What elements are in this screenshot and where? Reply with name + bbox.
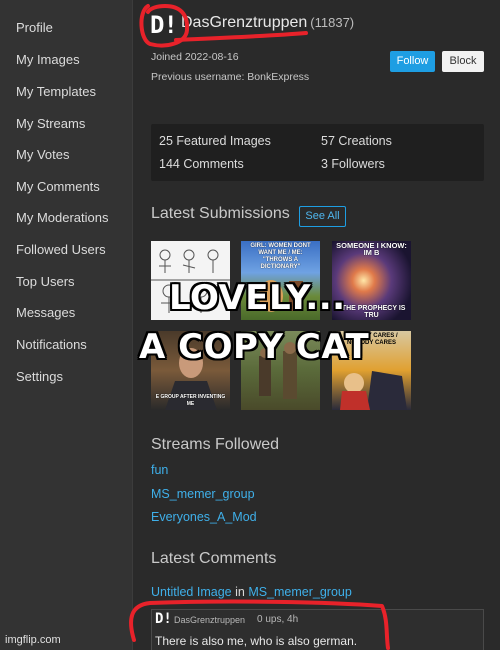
follow-button[interactable]: Follow — [390, 51, 435, 72]
block-button[interactable]: Block — [442, 51, 484, 72]
stream-link-ms-memer-group[interactable]: MS_memer_group — [151, 487, 255, 501]
latest-comments-title: Latest Comments — [151, 550, 277, 567]
see-all-button[interactable]: See All — [299, 206, 346, 227]
imgflip-watermark: imgflip.com — [5, 634, 61, 646]
sidebar-item-my-images[interactable]: My Images — [16, 52, 80, 67]
comment-image-link[interactable]: Untitled Image — [151, 585, 232, 599]
sidebar-item-settings[interactable]: Settings — [16, 369, 63, 384]
thumbnail-caption: E GROUP AFTER INVENTING ME — [155, 394, 226, 407]
user-score: (11837) — [310, 15, 355, 30]
profile-username: DasGrenztruppen (11837) — [181, 14, 354, 32]
stat-comments: 144 Comments — [159, 157, 244, 171]
comment-stream-link[interactable]: MS_memer_group — [248, 585, 352, 599]
sidebar-item-notifications[interactable]: Notifications — [16, 337, 87, 352]
comment-context: Untitled Image in MS_memer_group — [151, 585, 352, 599]
previous-username: Previous username: BonkExpress — [151, 71, 310, 83]
comment-meta: 0 ups, 4h — [257, 614, 299, 625]
user-avatar-logo[interactable]: D! — [150, 10, 178, 40]
sidebar-item-my-comments[interactable]: My Comments — [16, 179, 100, 194]
sidebar-item-my-templates[interactable]: My Templates — [16, 84, 96, 99]
sidebar-item-my-votes[interactable]: My Votes — [16, 147, 69, 162]
sidebar-item-profile[interactable]: Profile — [16, 20, 53, 35]
username-text: DasGrenztruppen — [181, 14, 308, 31]
stream-link-everyones-a-mod[interactable]: Everyones_A_Mod — [151, 510, 257, 524]
sidebar-item-top-users[interactable]: Top Users — [16, 274, 75, 289]
sidebar-item-my-moderations[interactable]: My Moderations — [16, 210, 108, 225]
comment-author-logo[interactable]: D! — [155, 611, 172, 627]
profile-stats — [151, 124, 484, 181]
stat-featured-images: 25 Featured Images — [159, 134, 271, 148]
comment-text: There is also me, who is also german. — [155, 634, 358, 648]
stream-link-fun[interactable]: fun — [151, 463, 168, 477]
streams-followed-title: Streams Followed — [151, 436, 280, 453]
stat-creations: 57 Creations — [321, 134, 392, 148]
thumbnail-caption: SOMEONE I KNOW: IM B — [336, 241, 407, 257]
joined-date: Joined 2022-08-16 — [151, 51, 239, 63]
meme-overlay-text-line1: LOVELY... — [169, 278, 346, 318]
sidebar-item-my-streams[interactable]: My Streams — [16, 116, 85, 131]
stat-followers: 3 Followers — [321, 157, 385, 171]
sidebar-item-followed-users[interactable]: Followed Users — [16, 242, 106, 257]
comment-in-word: in — [235, 585, 245, 599]
sidebar-item-messages[interactable]: Messages — [16, 305, 75, 320]
meme-overlay-text-line2: A COPY CAT — [139, 327, 370, 367]
sidebar: Profile My Images My Templates My Stream… — [0, 0, 133, 650]
comment-author[interactable]: DasGrenztruppen — [174, 615, 245, 625]
latest-submissions-title: Latest Submissions — [151, 205, 290, 222]
